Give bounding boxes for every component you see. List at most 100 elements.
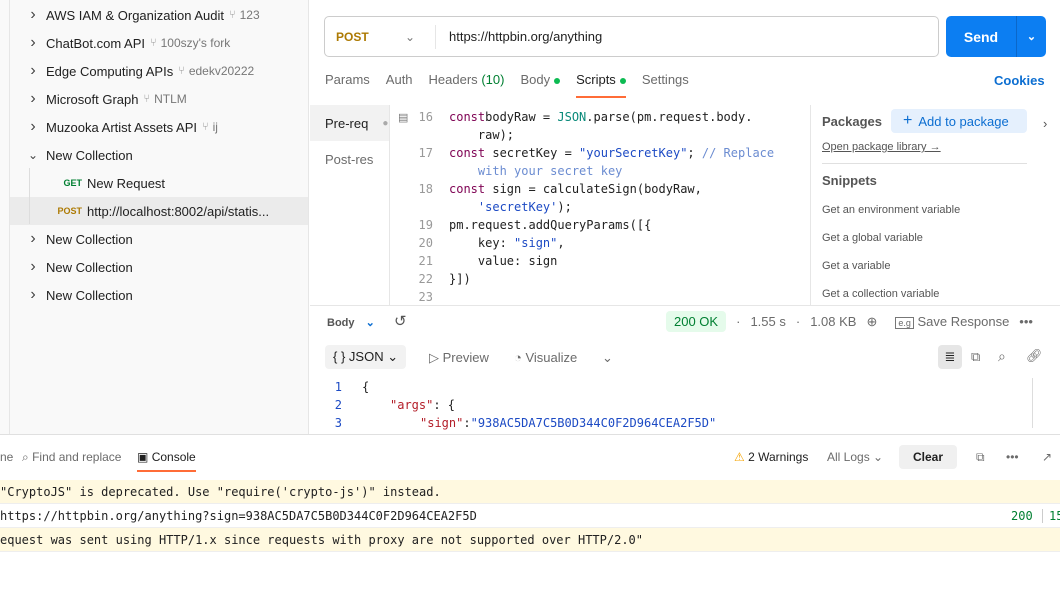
code-line: 18 const sign = calculateSign(bodyRaw, 's…: [395, 180, 799, 216]
format-select[interactable]: { } JSON ⌄: [325, 345, 407, 369]
link-icon[interactable]: 🔗︎: [1026, 348, 1043, 364]
line-number: 17: [418, 146, 433, 160]
tab-headers-label: Headers: [428, 72, 478, 87]
tab-scripts[interactable]: Scripts: [576, 72, 626, 98]
url-input[interactable]: https://httpbin.org/anything: [436, 29, 602, 44]
json-line: : {: [433, 398, 456, 412]
chevron-right-icon[interactable]: ›: [10, 90, 46, 108]
search-icon[interactable]: ⌕: [998, 348, 1006, 365]
script-editor[interactable]: 16 constbodyRaw = JSON.parse(pm.request.b…: [395, 105, 799, 305]
code-line: 23: [395, 288, 799, 305]
cookies-link[interactable]: Cookies: [994, 73, 1045, 88]
more-icon[interactable]: •••: [1006, 450, 1019, 464]
request-item[interactable]: POST http://localhost:8002/api/statis...: [10, 197, 308, 225]
response-time[interactable]: 1.55 s: [750, 314, 785, 329]
chevron-right-icon[interactable]: ›: [10, 34, 46, 52]
collection-item[interactable]: › Edge Computing APIs ⑂ edekv20222: [10, 57, 308, 85]
chevron-right-icon[interactable]: ›: [10, 62, 46, 80]
response-body[interactable]: 1 { 2 "args": { 3 "sign": "938AC5DA7C5B0D34…: [310, 378, 1032, 434]
visualize-button[interactable]: ◔ Visualize: [514, 350, 577, 365]
line-number: 16: [418, 110, 433, 124]
chevron-right-icon[interactable]: ›: [10, 230, 46, 248]
collection-item[interactable]: › New Collection: [10, 225, 308, 253]
collection-item[interactable]: › New Collection: [10, 281, 308, 309]
collection-item[interactable]: ⌄ New Collection: [10, 141, 308, 169]
open-package-library-link[interactable]: Open package library →: [822, 141, 941, 153]
scrollbar[interactable]: [1032, 378, 1033, 428]
tab-params[interactable]: Params: [325, 72, 370, 98]
json-line: {: [362, 380, 370, 394]
console-row[interactable]: https://httpbin.org/anything?sign=938AC5…: [0, 504, 1060, 528]
chevron-right-icon[interactable]: ›: [1043, 116, 1047, 131]
line-number: 3: [334, 416, 342, 430]
tab-headers[interactable]: Headers (10): [429, 72, 505, 98]
code-text: key: "sign",: [449, 234, 799, 252]
send-button[interactable]: Send: [946, 16, 1016, 57]
method-select[interactable]: POST ⌄: [325, 24, 436, 49]
console-row[interactable]: equest was sent using HTTP/1.x since req…: [0, 528, 1060, 552]
script-tabs: Pre-req ● Post-res: [310, 105, 390, 305]
packages-panel: Packages + Add to package › Open package …: [810, 105, 1060, 305]
clear-button[interactable]: Clear: [899, 445, 957, 469]
chevron-right-icon[interactable]: ›: [10, 286, 46, 304]
add-to-package-button[interactable]: + Add to package: [891, 109, 1027, 133]
snippet-item[interactable]: Get a global variable: [822, 232, 923, 244]
copy-icon[interactable]: ⧉: [976, 450, 985, 465]
more-icon[interactable]: •••: [1019, 314, 1033, 329]
collection-item[interactable]: › Microsoft Graph ⑂ NTLM: [10, 85, 308, 113]
console-row[interactable]: "CryptoJS" is deprecated. Use "require('…: [0, 480, 1060, 504]
tab-auth[interactable]: Auth: [386, 72, 413, 98]
separator-dot: ·: [736, 314, 741, 329]
send-options-chevron-icon[interactable]: ⌄: [1016, 16, 1046, 57]
terminal-icon: ▣: [137, 450, 149, 464]
snippet-item[interactable]: Get an environment variable: [822, 204, 960, 216]
response-body-select[interactable]: Body ⌄: [327, 316, 375, 329]
expand-icon[interactable]: ↗: [1042, 450, 1052, 464]
request-item[interactable]: GET New Request: [10, 169, 308, 197]
snippet-item[interactable]: Get a collection variable: [822, 288, 939, 300]
item-label: Edge Computing APIs: [46, 63, 174, 79]
console-message: https://httpbin.org/anything?sign=938AC5…: [0, 508, 477, 523]
code-token: "yourSecretKey": [579, 146, 688, 160]
tab-partial[interactable]: ne: [0, 450, 13, 464]
item-label: New Collection: [46, 231, 133, 247]
collection-item[interactable]: › Muzooka Artist Assets API ⑂ ij: [10, 113, 308, 141]
line-number: 20: [418, 236, 433, 250]
collection-item[interactable]: › New Collection: [10, 253, 308, 281]
tab-console[interactable]: ▣ Console: [137, 450, 196, 472]
code-token: }]): [449, 272, 471, 286]
request-tabs: Params Auth Headers (10) Body Scripts Se…: [325, 72, 705, 98]
code-token: secretKey =: [485, 146, 580, 160]
tab-settings[interactable]: Settings: [642, 72, 689, 98]
tab-find-replace[interactable]: ⌕ Find and replace: [22, 450, 121, 465]
tab-pre-request[interactable]: Pre-req ●: [310, 105, 389, 141]
fork-label: ij: [212, 120, 218, 134]
copy-icon[interactable]: ⧉: [971, 349, 980, 365]
response-size[interactable]: 1.08 KB: [810, 314, 856, 329]
chevron-right-icon[interactable]: ›: [10, 258, 46, 276]
warnings-label: 2 Warnings: [748, 450, 809, 464]
history-icon[interactable]: ↺: [394, 312, 407, 330]
globe-icon[interactable]: ⊕: [866, 314, 877, 330]
headers-count: (10): [481, 72, 505, 87]
separator-dot: ·: [795, 314, 801, 329]
snippet-item[interactable]: Get a variable: [822, 260, 890, 272]
chevron-down-icon[interactable]: ⌄: [602, 350, 613, 366]
collection-item[interactable]: › AWS IAM & Organization Audit ⑂ 123: [10, 1, 308, 29]
line-number: 21: [418, 254, 433, 268]
save-response-button[interactable]: e.g Save Response: [895, 314, 1009, 329]
preview-button[interactable]: ▷ Preview: [429, 350, 489, 366]
chevron-down-icon[interactable]: ⌄: [10, 148, 46, 162]
tab-body[interactable]: Body: [520, 72, 561, 98]
code-token: const: [449, 146, 486, 160]
chevron-right-icon[interactable]: ›: [10, 118, 46, 136]
status-badge[interactable]: 200 OK: [666, 311, 727, 332]
warnings-filter[interactable]: ⚠ 2 Warnings: [734, 450, 808, 464]
chevron-right-icon[interactable]: ›: [10, 6, 46, 24]
collection-item[interactable]: › ChatBot.com API ⑂ 100szy's fork: [10, 29, 308, 57]
log-level-select[interactable]: All Logs ⌄: [827, 450, 883, 464]
tab-post-response[interactable]: Post-res: [310, 141, 389, 177]
console-status: 200: [1011, 508, 1033, 523]
code-token: const: [449, 110, 486, 124]
wrap-lines-icon[interactable]: ≣: [938, 345, 962, 369]
